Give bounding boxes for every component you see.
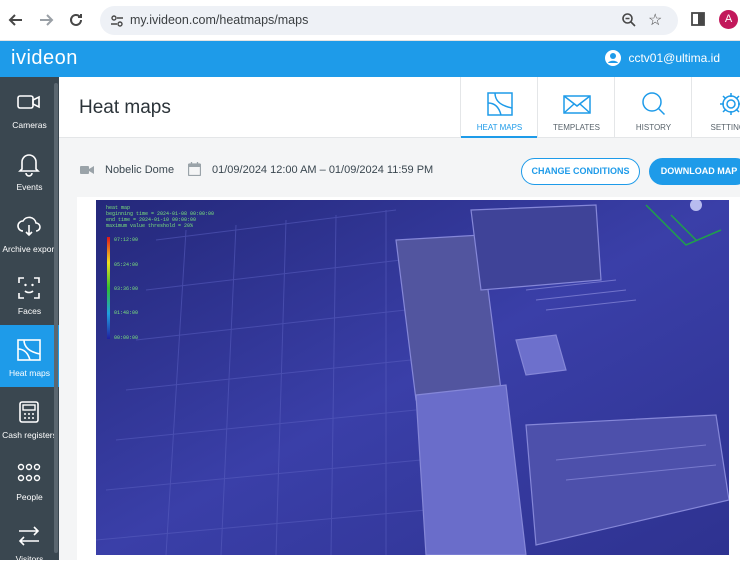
sidebar-item-label: People (16, 492, 43, 502)
ivideon-logo[interactable]: ivideon (11, 47, 78, 70)
bookmark-star-icon[interactable]: ☆ (648, 10, 662, 30)
tab-label: TEMPLATES (553, 123, 600, 132)
heatmap-image: heat map beginning time = 2024-01-08 00:… (96, 200, 729, 555)
download-map-button[interactable]: DOWNLOAD MAP (649, 158, 740, 185)
tab-bar: HEAT MAPS TEMPLATES HISTORY SETTINGS (460, 77, 740, 138)
sidebar-item-faces[interactable]: Faces (0, 263, 59, 325)
gear-icon (720, 93, 740, 115)
filter-bar: Nobelic Dome 01/09/2024 12:00 AM – 01/09… (59, 155, 740, 185)
sidebar-item-people[interactable]: People (0, 449, 59, 511)
url-text[interactable]: my.ividеon.com/heatmaps/maps (130, 13, 308, 27)
user-account-icon (605, 50, 622, 66)
sidebar-item-label: Heat maps (8, 368, 51, 378)
browser-toolbar: my.ividеon.com/heatmaps/maps ☆ A (0, 0, 740, 41)
scale-label: 01:48:00 (114, 310, 138, 316)
cloud-download-icon (17, 216, 41, 237)
camera-name[interactable]: Nobelic Dome (105, 164, 174, 176)
main-content: Heat maps HEAT MAPS TEMPLATES HISTORY SE… (59, 77, 740, 560)
bell-icon (18, 154, 40, 177)
camera-icon (17, 95, 40, 109)
face-scan-icon (18, 277, 40, 299)
page-title: Heat maps (79, 97, 171, 118)
tab-heat-maps[interactable]: HEAT MAPS (460, 77, 538, 138)
sidebar-item-archive-export[interactable]: Archive export (0, 201, 59, 263)
calendar-icon (188, 162, 201, 176)
heatmap-icon (17, 339, 41, 361)
sidebar-item-visitors[interactable]: Visitors (0, 511, 59, 573)
side-panel-icon[interactable] (690, 11, 706, 27)
sidebar-item-label: Archive export (2, 244, 57, 254)
site-settings-icon[interactable] (110, 14, 124, 28)
forward-icon[interactable] (36, 10, 56, 30)
address-bar[interactable]: my.ividеon.com/heatmaps/maps ☆ (100, 6, 678, 35)
search-icon (642, 92, 666, 116)
sidebar-item-cash-registers[interactable]: Cash registers (0, 387, 59, 449)
back-icon[interactable] (6, 10, 26, 30)
reload-icon[interactable] (66, 10, 86, 30)
sidebar-item-cameras[interactable]: Cameras (0, 77, 59, 139)
sidebar-item-events[interactable]: Events (0, 139, 59, 201)
date-range[interactable]: 01/09/2024 12:00 AM – 01/09/2024 11:59 P… (212, 164, 433, 176)
zoom-icon[interactable] (621, 12, 637, 28)
heatmap-overlay-line: maximum value threshold = 20% (106, 223, 193, 229)
sidebar-item-label: Visitors (15, 554, 44, 564)
people-icon (17, 463, 41, 482)
profile-avatar[interactable]: A (719, 10, 738, 29)
tab-settings[interactable]: SETTINGS (691, 77, 740, 138)
arrows-icon (18, 526, 40, 546)
sidebar: Cameras Events Archive export Faces Heat… (0, 77, 59, 564)
scale-label: 00:00:00 (114, 335, 138, 341)
sidebar-scrollbar[interactable] (54, 83, 58, 553)
tab-history[interactable]: HISTORY (614, 77, 691, 138)
title-bar: Heat maps HEAT MAPS TEMPLATES HISTORY SE… (59, 77, 740, 138)
user-menu[interactable]: cctv01@ultima.id (605, 50, 720, 66)
tab-label: HISTORY (635, 123, 672, 132)
tab-label: SETTINGS (710, 123, 740, 132)
sidebar-item-heat-maps[interactable]: Heat maps (0, 325, 59, 387)
change-conditions-button[interactable]: CHANGE CONDITIONS (521, 158, 640, 185)
scale-label: 03:36:00 (114, 286, 138, 292)
video-camera-icon (80, 166, 94, 174)
tab-templates[interactable]: TEMPLATES (537, 77, 614, 138)
sidebar-item-label: Cash registers (2, 430, 57, 440)
cash-register-icon (19, 401, 39, 423)
app-header: ivideon cctv01@ultima.id (0, 41, 740, 77)
envelope-icon (563, 95, 591, 114)
tab-label: HEAT MAPS (476, 123, 523, 132)
scale-label: 07:12:00 (114, 237, 138, 243)
sidebar-item-label: Events (16, 182, 43, 192)
scale-label: 05:24:00 (114, 262, 138, 268)
heatmap-scale-bar (107, 237, 110, 339)
heatmap-icon (487, 92, 513, 116)
user-email[interactable]: cctv01@ultima.id (628, 51, 720, 65)
sidebar-item-label: Cameras (12, 120, 47, 130)
sidebar-item-label: Faces (17, 306, 42, 316)
